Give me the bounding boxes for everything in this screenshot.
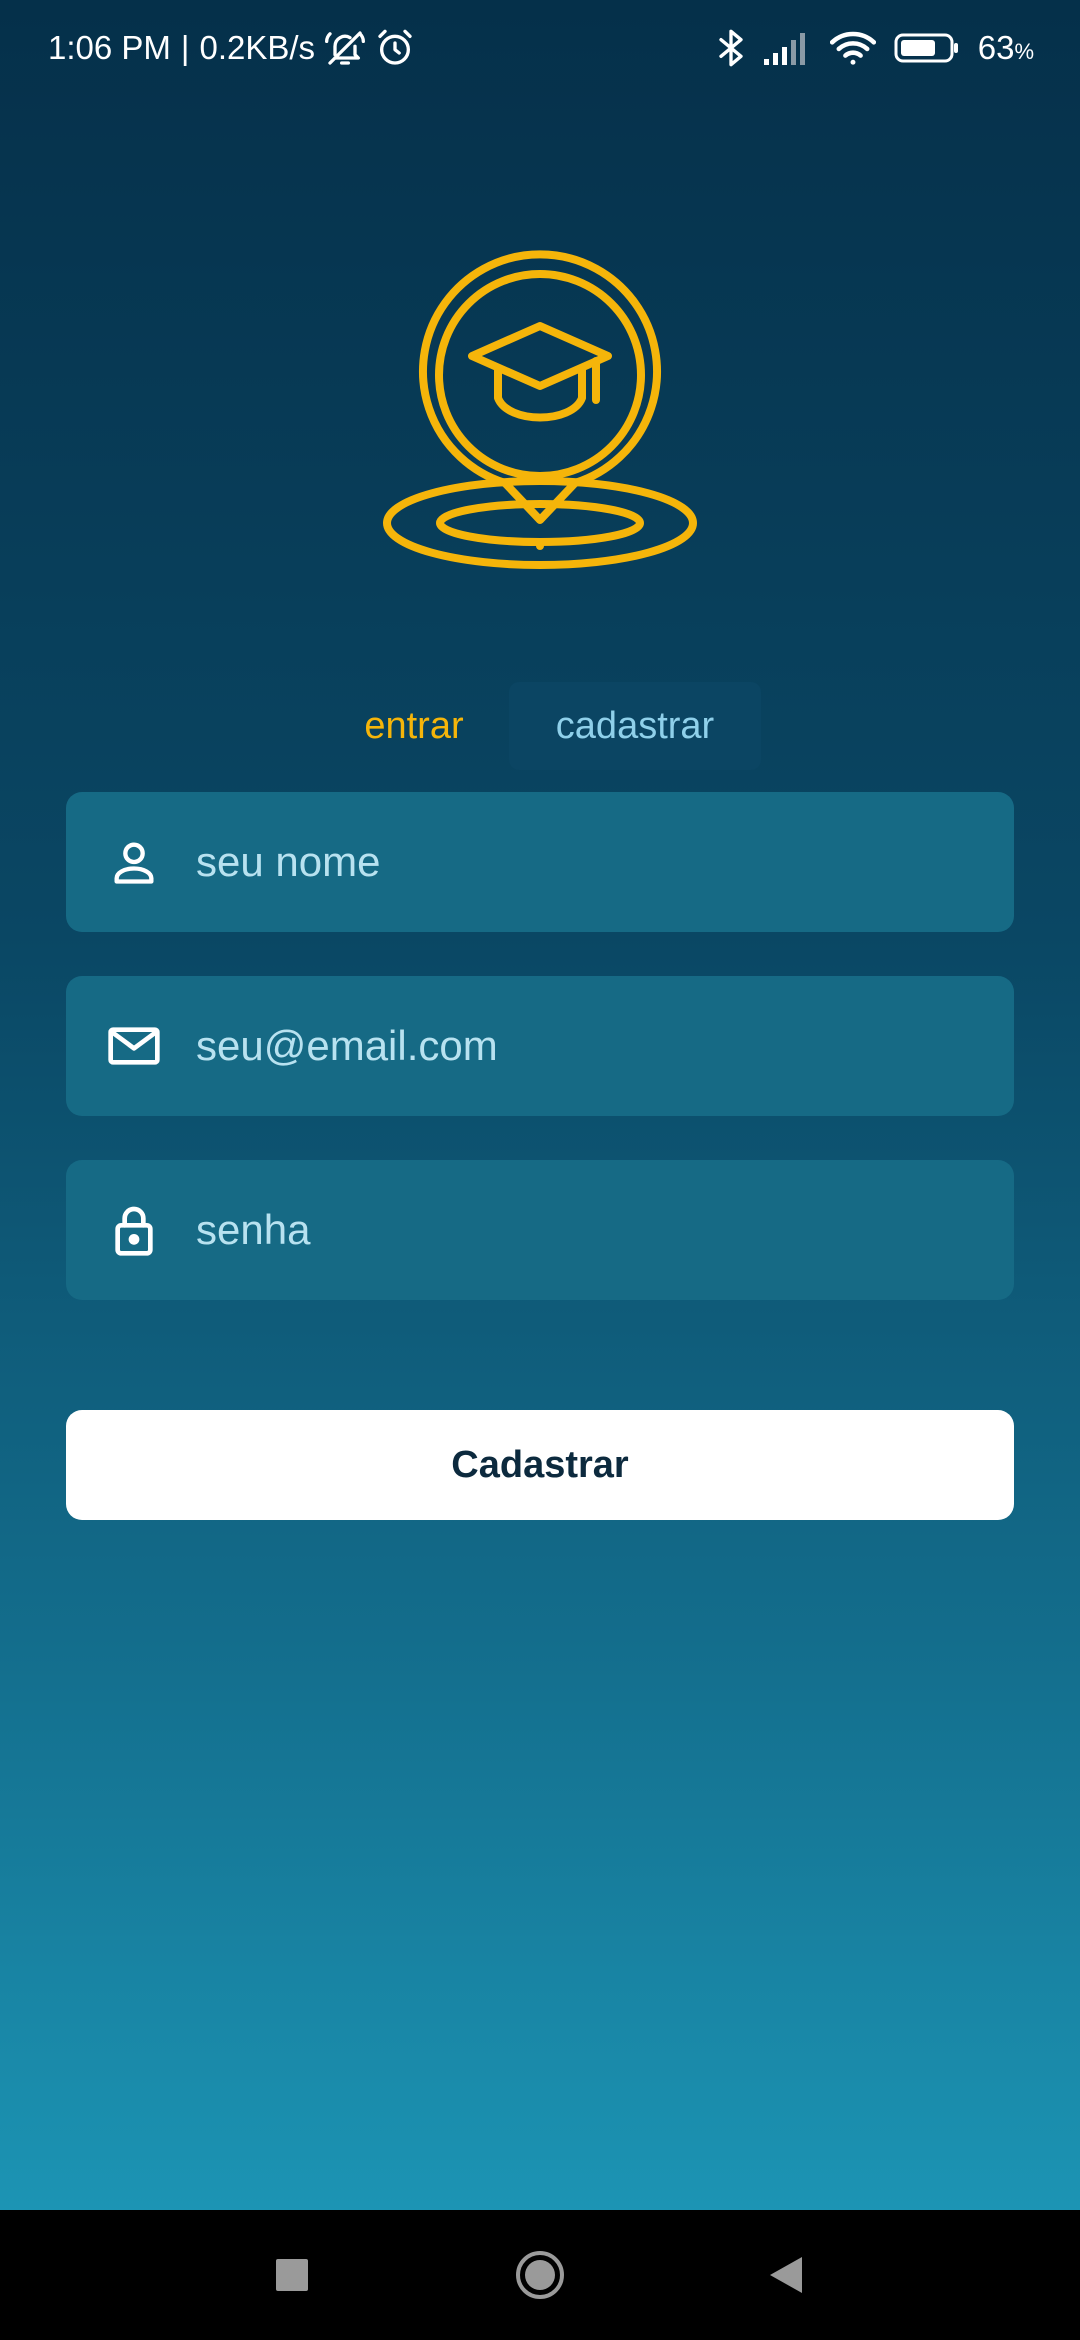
signal-icon xyxy=(763,31,812,65)
password-field[interactable] xyxy=(66,1160,1014,1300)
wifi-icon xyxy=(829,30,876,66)
status-net-speed: 0.2KB/s xyxy=(199,29,316,66)
password-input[interactable] xyxy=(194,1179,1014,1281)
tab-login[interactable]: entrar xyxy=(340,682,488,770)
bluetooth-icon xyxy=(716,28,746,68)
user-icon xyxy=(102,830,166,894)
email-input[interactable] xyxy=(194,995,1014,1097)
navigation-bar xyxy=(0,2210,1080,2340)
square-icon xyxy=(276,2259,308,2291)
auth-tabs: entrar cadastrar xyxy=(0,682,1080,770)
lock-icon xyxy=(102,1198,166,1262)
status-time: 1:06 PM xyxy=(48,29,171,66)
battery-unit: % xyxy=(1014,39,1034,64)
register-button[interactable]: Cadastrar xyxy=(66,1410,1014,1520)
circle-icon xyxy=(516,2251,564,2299)
screen: 1:06 PM | 0.2KB/s 63% entrar cadastrar s… xyxy=(0,0,1080,2340)
status-separator: | xyxy=(180,29,190,66)
back-triangle-icon xyxy=(770,2257,802,2293)
battery-icon xyxy=(894,32,960,64)
mute-icon xyxy=(325,28,366,68)
back-button[interactable] xyxy=(750,2240,820,2310)
name-field[interactable] xyxy=(66,792,1014,932)
status-bar: 1:06 PM | 0.2KB/s 63% xyxy=(0,0,1080,100)
email-field[interactable] xyxy=(66,976,1014,1116)
recent-apps-button[interactable] xyxy=(257,2240,327,2310)
alarm-icon xyxy=(375,28,415,68)
battery-value: 63 xyxy=(977,29,1015,66)
battery-percentage: 63% xyxy=(978,29,1034,67)
name-input[interactable] xyxy=(194,811,1014,913)
tab-register[interactable]: cadastrar xyxy=(509,682,761,770)
home-button[interactable] xyxy=(505,2240,575,2310)
status-left: 1:06 PM | 0.2KB/s xyxy=(48,28,415,68)
graduation-cap-location-pin-icon xyxy=(370,240,710,580)
mail-icon xyxy=(102,1014,166,1078)
status-right: 63% xyxy=(716,28,1034,68)
